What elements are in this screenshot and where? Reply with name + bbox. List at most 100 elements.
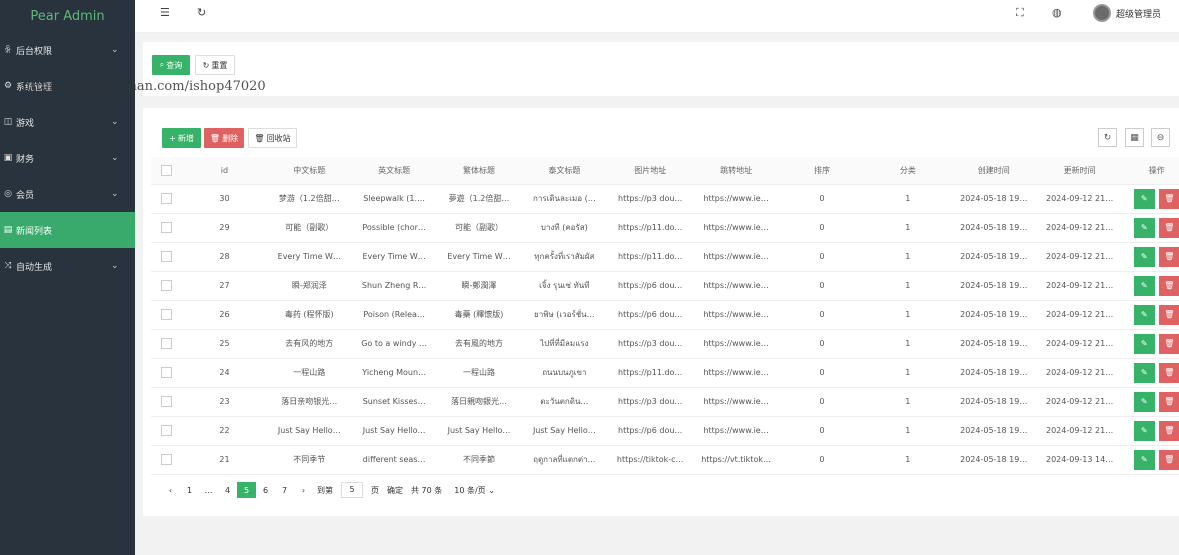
columns-filter-icon[interactable]: ▦ <box>1125 128 1144 147</box>
print-icon[interactable]: ⊖ <box>1151 128 1170 147</box>
goto-page-input[interactable]: 5 <box>341 482 363 498</box>
sidebar-item[interactable]: ◫ 游戏 ⌄ <box>0 104 135 140</box>
next-page-icon[interactable]: › <box>294 482 313 498</box>
sidebar-item-label: 自动生成 <box>16 262 53 273</box>
delete-icon[interactable]: 🗑 <box>1158 420 1179 441</box>
sidebar-item[interactable]: ▣ 财务 ⌄ <box>0 140 135 176</box>
column-header[interactable]: id <box>182 157 267 185</box>
row-checkbox[interactable] <box>161 425 173 436</box>
delete-icon[interactable]: 🗑 <box>1158 304 1179 325</box>
column-header[interactable]: 排序 <box>779 157 865 185</box>
column-header[interactable]: 繁体标题 <box>436 157 522 185</box>
delete-icon[interactable]: 🗑 <box>1158 391 1179 412</box>
column-header[interactable]: 跳转地址 <box>693 157 780 185</box>
page-number[interactable]: 1 <box>180 482 199 498</box>
column-header[interactable]: 中文标题 <box>266 157 352 185</box>
edit-icon[interactable]: ✎ <box>1133 246 1155 267</box>
goto-confirm-button[interactable]: 确定 <box>387 485 403 496</box>
delete-icon[interactable]: 🗑 <box>1158 333 1179 354</box>
edit-icon[interactable]: ✎ <box>1133 391 1155 412</box>
delete-icon[interactable]: 🗑 <box>1158 275 1179 296</box>
edit-icon[interactable]: ✎ <box>1133 420 1155 441</box>
page-number[interactable]: 7 <box>275 482 294 498</box>
row-select-cell[interactable] <box>151 242 183 272</box>
sidebar-item[interactable]: ꆜ 后台权限 ⌄ <box>0 32 135 68</box>
page-number[interactable]: 4 <box>218 482 237 498</box>
row-checkbox[interactable] <box>161 454 173 465</box>
sidebar-item[interactable]: ⤨ 自动生成 ⌄ <box>0 248 135 284</box>
table-row[interactable]: 23 落日亲吻银光… Sunset Kisses… 落日親吻銀光… ตะวันตกดิน… <box>151 387 1179 417</box>
column-header[interactable]: 操作 <box>1122 157 1179 185</box>
delete-button[interactable]: 🗑 删除 <box>204 128 244 148</box>
column-header[interactable]: 泰文标题 <box>521 157 608 185</box>
menu-toggle-icon[interactable]: ☰ <box>160 6 170 19</box>
edit-icon[interactable]: ✎ <box>1133 449 1155 470</box>
table-row[interactable]: 29 可能（副歌） Possible (chor… 可能（副歌） บางที (คอรั… <box>151 213 1179 243</box>
row-select-cell[interactable] <box>151 184 183 214</box>
table-cell: 24 <box>182 358 267 388</box>
user-menu[interactable]: 超级管理员 <box>1092 4 1161 22</box>
sidebar-item[interactable]: ◎ 会员 ⌄ <box>0 176 135 212</box>
row-checkbox[interactable] <box>161 222 173 233</box>
table-row[interactable]: 28 Every Time W… Every Time W… Every Time W… <box>151 242 1179 272</box>
delete-icon[interactable]: 🗑 <box>1158 217 1179 238</box>
row-select-cell[interactable] <box>151 416 183 446</box>
select-all-cell[interactable] <box>151 157 183 185</box>
delete-icon[interactable]: 🗑 <box>1158 188 1179 209</box>
table-cell: 去有風的地方 <box>436 329 522 359</box>
delete-icon[interactable]: 🗑 <box>1158 362 1179 383</box>
table-row[interactable]: 22 Just Say Hello… Just Say Hello… Just Say… <box>151 416 1179 446</box>
page-number[interactable]: 5 <box>237 482 256 498</box>
table-row[interactable]: 30 梦游（1.2倍甜… Sleepwalk (1.… 夢遊（1.2倍甜… การเดิ… <box>151 184 1179 214</box>
table-row[interactable]: 24 一程山路 Yicheng Moun… 一程山路 ถนนบนภูเขา https:/… <box>151 358 1179 388</box>
recycle-bin-button[interactable]: 🗑 回收站 <box>248 128 297 148</box>
prev-page-icon[interactable]: ‹ <box>161 482 180 498</box>
edit-icon[interactable]: ✎ <box>1133 217 1155 238</box>
column-header[interactable]: 分类 <box>864 157 951 185</box>
row-select-cell[interactable] <box>151 300 183 330</box>
reset-button[interactable]: ↻ 重置 <box>195 55 235 75</box>
table-cell: https://tiktok-c… <box>607 445 694 475</box>
edit-icon[interactable]: ✎ <box>1133 333 1155 354</box>
row-checkbox[interactable] <box>161 338 173 349</box>
row-select-cell[interactable] <box>151 358 183 388</box>
edit-icon[interactable]: ✎ <box>1133 275 1155 296</box>
page-size-select[interactable]: 10 条/页 ⌄ <box>454 485 495 496</box>
select-all-checkbox[interactable] <box>161 164 173 176</box>
page-number[interactable]: 6 <box>256 482 275 498</box>
delete-icon[interactable]: 🗑 <box>1158 449 1179 470</box>
sidebar-item[interactable]: ▤ 新闻列表 <box>0 212 135 248</box>
edit-icon[interactable]: ✎ <box>1133 304 1155 325</box>
table-refresh-icon[interactable]: ↻ <box>1098 128 1117 147</box>
row-select-cell[interactable] <box>151 329 183 359</box>
column-header[interactable]: 英文标题 <box>351 157 437 185</box>
row-select-cell[interactable] <box>151 271 183 301</box>
edit-icon[interactable]: ✎ <box>1133 188 1155 209</box>
row-checkbox[interactable] <box>161 251 173 262</box>
fullscreen-icon[interactable]: ⛶ <box>1016 6 1024 20</box>
row-checkbox[interactable] <box>161 309 173 320</box>
row-select-cell[interactable] <box>151 445 183 475</box>
row-select-cell[interactable] <box>151 387 183 417</box>
table-row[interactable]: 26 毒药 (程怀版) Poison (Relea… 毒藥 (釋懷版) ยาพิษ (เ… <box>151 300 1179 330</box>
table-row[interactable]: 21 不同季节 different seas… 不同季節 ฤดูกาลที่แตกต่า… <box>151 445 1179 475</box>
query-button[interactable]: ⌕ 查询 <box>152 55 190 75</box>
row-checkbox[interactable] <box>161 367 173 378</box>
column-header[interactable]: 图片地址 <box>607 157 694 185</box>
edit-icon[interactable]: ✎ <box>1133 362 1155 383</box>
globe-icon[interactable]: ◍ <box>1052 6 1062 19</box>
table-header-row: id 中文标题 英文标题 繁体标题 泰文标题 图片地址 跳转地址 排序 分类 创建时间 更新时间 操作 <box>151 157 1179 185</box>
row-checkbox[interactable] <box>161 396 173 407</box>
table-row[interactable]: 27 瞬-郑润泽 Shun Zheng R… 瞬-鄭潤澤 เจิ้ง รุนเซ่ ทั… <box>151 271 1179 301</box>
row-select-cell[interactable] <box>151 213 183 243</box>
table-row[interactable]: 25 去有风的地方 Go to a windy … 去有風的地方 ไปที่ที่มีล… <box>151 329 1179 359</box>
column-header[interactable]: 更新时间 <box>1036 157 1123 185</box>
column-header[interactable]: 创建时间 <box>950 157 1037 185</box>
refresh-icon[interactable]: ↻ <box>197 6 206 19</box>
add-button[interactable]: + 新增 <box>162 128 201 148</box>
row-checkbox[interactable] <box>161 193 173 204</box>
app-logo[interactable]: Pear Admin <box>0 0 135 32</box>
row-checkbox[interactable] <box>161 280 173 291</box>
table-cell: 2024-09-12 21… <box>1036 271 1123 301</box>
delete-icon[interactable]: 🗑 <box>1158 246 1179 267</box>
